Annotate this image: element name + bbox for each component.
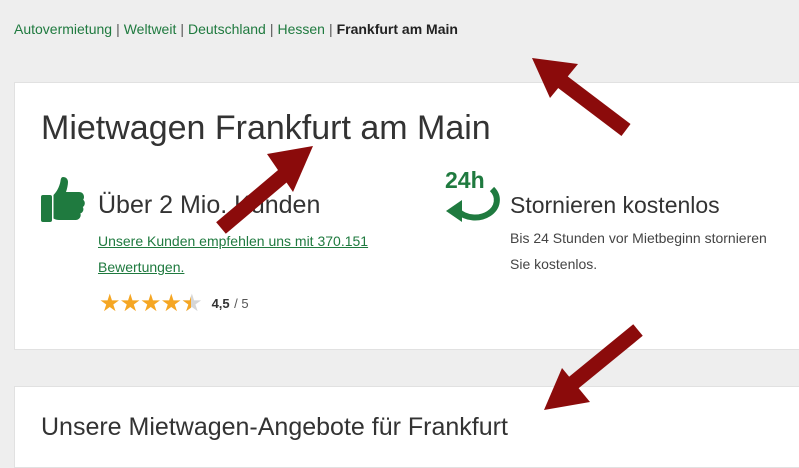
red-arrow-icon bbox=[216, 146, 313, 234]
offers-card: Unsere Mietwagen-Angebote für Frankfurt bbox=[14, 386, 799, 468]
breadcrumb-separator: | bbox=[328, 21, 333, 37]
cancellation-description: Bis 24 Stunden vor Mietbeginn stornieren… bbox=[510, 230, 767, 272]
rating-max: / 5 bbox=[234, 296, 249, 311]
breadcrumb-link-weltweit[interactable]: Weltweit bbox=[124, 21, 177, 37]
24h-icon-label: 24h bbox=[445, 167, 485, 193]
breadcrumb-separator: | bbox=[269, 21, 274, 37]
breadcrumb-separator: | bbox=[180, 21, 184, 37]
thumbs-up-icon bbox=[41, 177, 85, 222]
breadcrumb-current: Frankfurt am Main bbox=[336, 21, 458, 37]
location-info-card: Mietwagen Frankfurt am Main Über 2 Mio. … bbox=[14, 82, 799, 350]
rating-value: 4,5 bbox=[211, 296, 230, 311]
red-arrow-icon bbox=[544, 324, 643, 410]
breadcrumb-link-hessen[interactable]: Hessen bbox=[277, 21, 324, 37]
breadcrumb-link-autovermietung[interactable]: Autovermietung bbox=[14, 21, 112, 37]
red-arrow-icon bbox=[532, 58, 631, 136]
cancellation-heading: Stornieren kostenlos bbox=[510, 192, 720, 218]
breadcrumb: Autovermietung | Weltweit | Deutschland | Hess… bbox=[14, 21, 458, 37]
breadcrumb-separator: | bbox=[116, 21, 120, 37]
rating: ★★★★★ 4,5 / 5 bbox=[99, 289, 249, 318]
breadcrumb-link-deutschland[interactable]: Deutschland bbox=[188, 21, 266, 37]
offers-title: Unsere Mietwagen-Angebote für Frankfurt bbox=[41, 413, 508, 441]
24h-cancellation-icon: 24h bbox=[445, 167, 500, 222]
star-rating-icon: ★★★★★ bbox=[99, 289, 203, 318]
